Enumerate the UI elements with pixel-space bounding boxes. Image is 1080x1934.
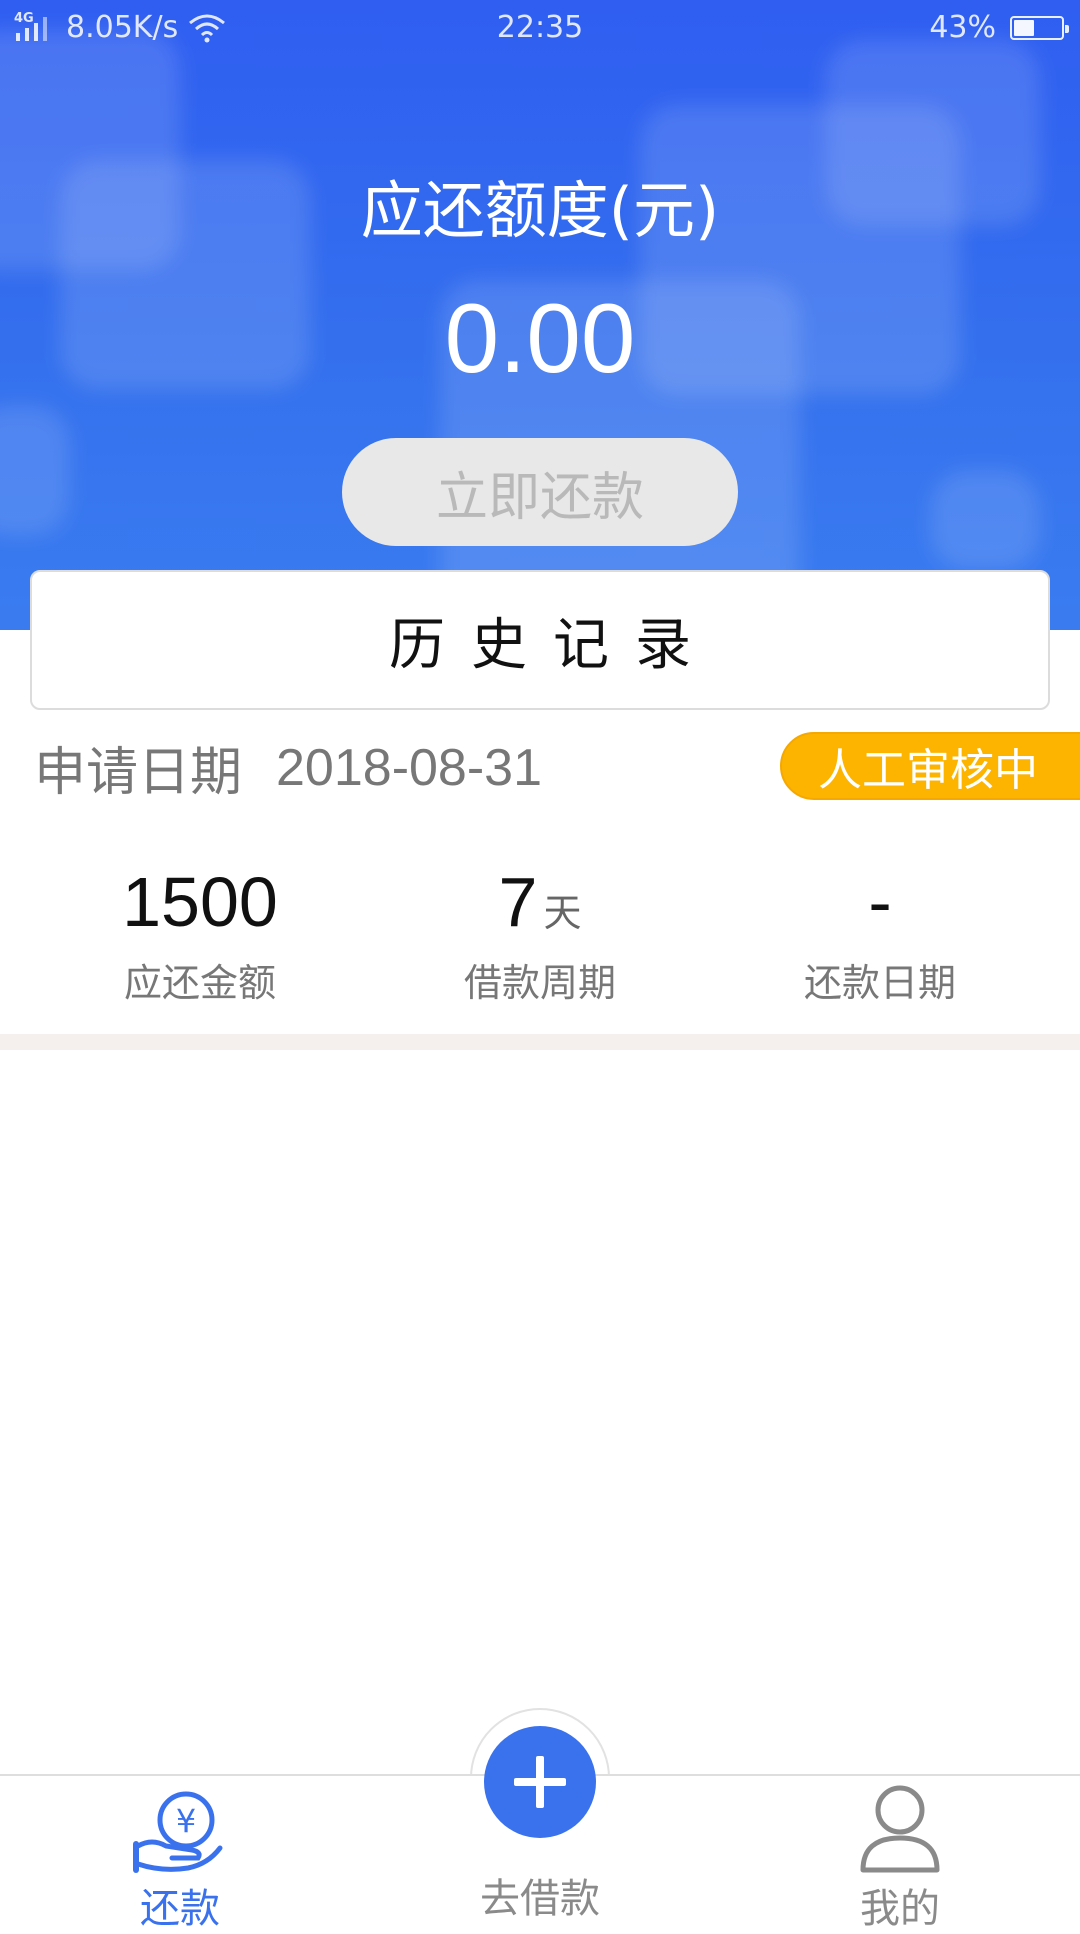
amount-due-label: 应还金额: [123, 961, 276, 1005]
plus-icon: [514, 1756, 566, 1808]
battery-level: [1014, 19, 1034, 36]
stat-value: 1500: [30, 860, 370, 944]
loan-period-label: 借款周期: [463, 961, 616, 1005]
tab-mine[interactable]: 我的: [750, 1776, 1050, 1932]
due-amount: 0.00: [444, 283, 636, 393]
record-stats: 1500 应还金额 7天 借款周期 - 还款日期: [0, 860, 1080, 1010]
battery-icon: [1010, 15, 1069, 40]
application-date-row: 申请日期 2018-08-31: [34, 730, 542, 805]
battery-percent: 43%: [929, 10, 996, 45]
background-blur-shape: [0, 405, 70, 535]
tab-mine-label: 我的: [860, 1886, 940, 1932]
status-right: 43%: [929, 10, 1069, 45]
stat-loan-period: 7天 借款周期: [370, 860, 710, 1007]
tab-borrow-label: 去借款: [480, 1876, 600, 1922]
stat-amount-due: 1500 应还金额: [30, 860, 370, 1007]
history-records-button[interactable]: 历史记录: [30, 570, 1050, 710]
status-bar: 4G 8.05K/s 22:35 43%: [0, 0, 1080, 60]
loan-period-value: 7: [498, 863, 538, 941]
svg-text:¥: ¥: [176, 1802, 196, 1840]
status-badge: 人工审核中: [780, 732, 1080, 800]
repay-hand-yen-icon: ¥: [133, 1791, 223, 1873]
due-limit-title: 应还额度(元): [360, 174, 720, 247]
background-blur-shape: [930, 470, 1040, 570]
loan-period-unit: 天: [543, 891, 582, 935]
status-time: 22:35: [496, 10, 584, 45]
amount-due-value: 1500: [122, 863, 278, 941]
application-date-label: 申请日期: [34, 743, 243, 803]
status-badge-text: 人工审核中: [818, 745, 1038, 796]
history-records-label: 历史记录: [389, 612, 717, 678]
repay-now-button[interactable]: 立即还款: [342, 438, 738, 546]
tab-repay[interactable]: ¥ 还款: [30, 1776, 330, 1932]
borrow-plus-button[interactable]: [484, 1726, 596, 1838]
header-banner: 4G 8.05K/s 22:35 43% 应还额度(元) 0.00 立即还款: [0, 0, 1080, 630]
section-divider: [0, 1034, 1080, 1050]
repay-date-value: -: [868, 863, 892, 941]
stat-value: -: [710, 860, 1050, 944]
stat-repay-date: - 还款日期: [710, 860, 1050, 1007]
tab-repay-label: 还款: [140, 1886, 220, 1932]
stat-value: 7天: [370, 860, 710, 944]
user-icon: [860, 1785, 940, 1873]
repay-date-label: 还款日期: [803, 961, 956, 1005]
application-date-value: 2018-08-31: [276, 738, 543, 797]
